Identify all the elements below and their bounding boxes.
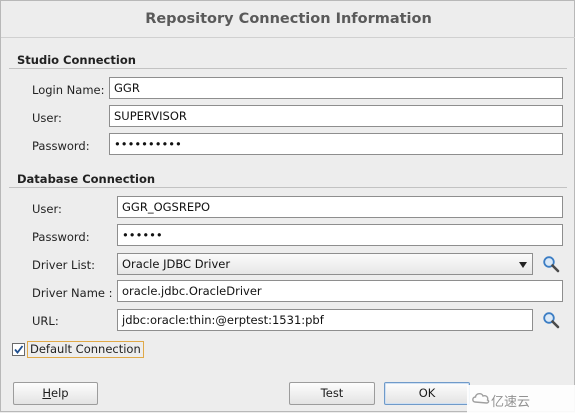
studio-user-label: User: xyxy=(32,111,62,125)
driver-list-label: Driver List: xyxy=(32,258,96,272)
help-mnemonic: H xyxy=(42,386,52,400)
watermark: 亿速云 xyxy=(467,385,575,413)
url-label: URL: xyxy=(32,314,59,328)
db-password-label: Password: xyxy=(32,230,90,244)
studio-password-field[interactable]: •••••••••• xyxy=(109,133,563,155)
driver-list-value: Oracle JDBC Driver xyxy=(122,257,231,271)
driver-name-field[interactable]: oracle.jdbc.OracleDriver xyxy=(117,280,563,302)
login-name-field[interactable]: GGR xyxy=(109,77,563,99)
login-name-label: Login Name: xyxy=(32,83,105,97)
url-field[interactable]: jdbc:oracle:thin:@erptest:1531:pbf xyxy=(117,309,533,331)
checkbox-box[interactable] xyxy=(12,343,25,356)
db-password-field[interactable]: •••••• xyxy=(117,224,563,246)
database-connection-divider xyxy=(9,187,567,188)
url-search-button[interactable] xyxy=(542,311,560,329)
studio-connection-divider xyxy=(9,68,567,69)
studio-user-field[interactable]: SUPERVISOR xyxy=(109,105,563,127)
dialog-title: Repository Connection Information xyxy=(145,11,432,27)
help-button[interactable]: Help xyxy=(13,382,98,405)
title-divider xyxy=(1,37,575,38)
magnifier-icon xyxy=(543,312,560,329)
default-connection-label: Default Connection xyxy=(27,341,144,358)
studio-connection-heading: Studio Connection xyxy=(17,53,136,67)
ok-button[interactable]: OK xyxy=(384,382,470,405)
db-user-field[interactable]: GGR_OGSREPO xyxy=(117,196,563,218)
studio-password-label: Password: xyxy=(32,139,90,153)
checkmark-icon xyxy=(14,345,24,354)
driver-list-select[interactable]: Oracle JDBC Driver xyxy=(117,253,533,275)
magnifier-icon xyxy=(543,256,560,273)
driver-search-button[interactable] xyxy=(542,255,560,273)
watermark-text: 亿速云 xyxy=(491,395,531,410)
db-user-label: User: xyxy=(32,202,62,216)
driver-name-label: Driver Name : xyxy=(32,286,113,300)
chevron-down-icon xyxy=(519,262,527,268)
cloud-logo-icon xyxy=(472,392,490,404)
test-button[interactable]: Test xyxy=(289,382,375,405)
help-label: elp xyxy=(51,386,69,400)
repository-connection-dialog: Repository Connection Information Studio… xyxy=(0,0,575,413)
database-connection-heading: Database Connection xyxy=(17,172,156,186)
